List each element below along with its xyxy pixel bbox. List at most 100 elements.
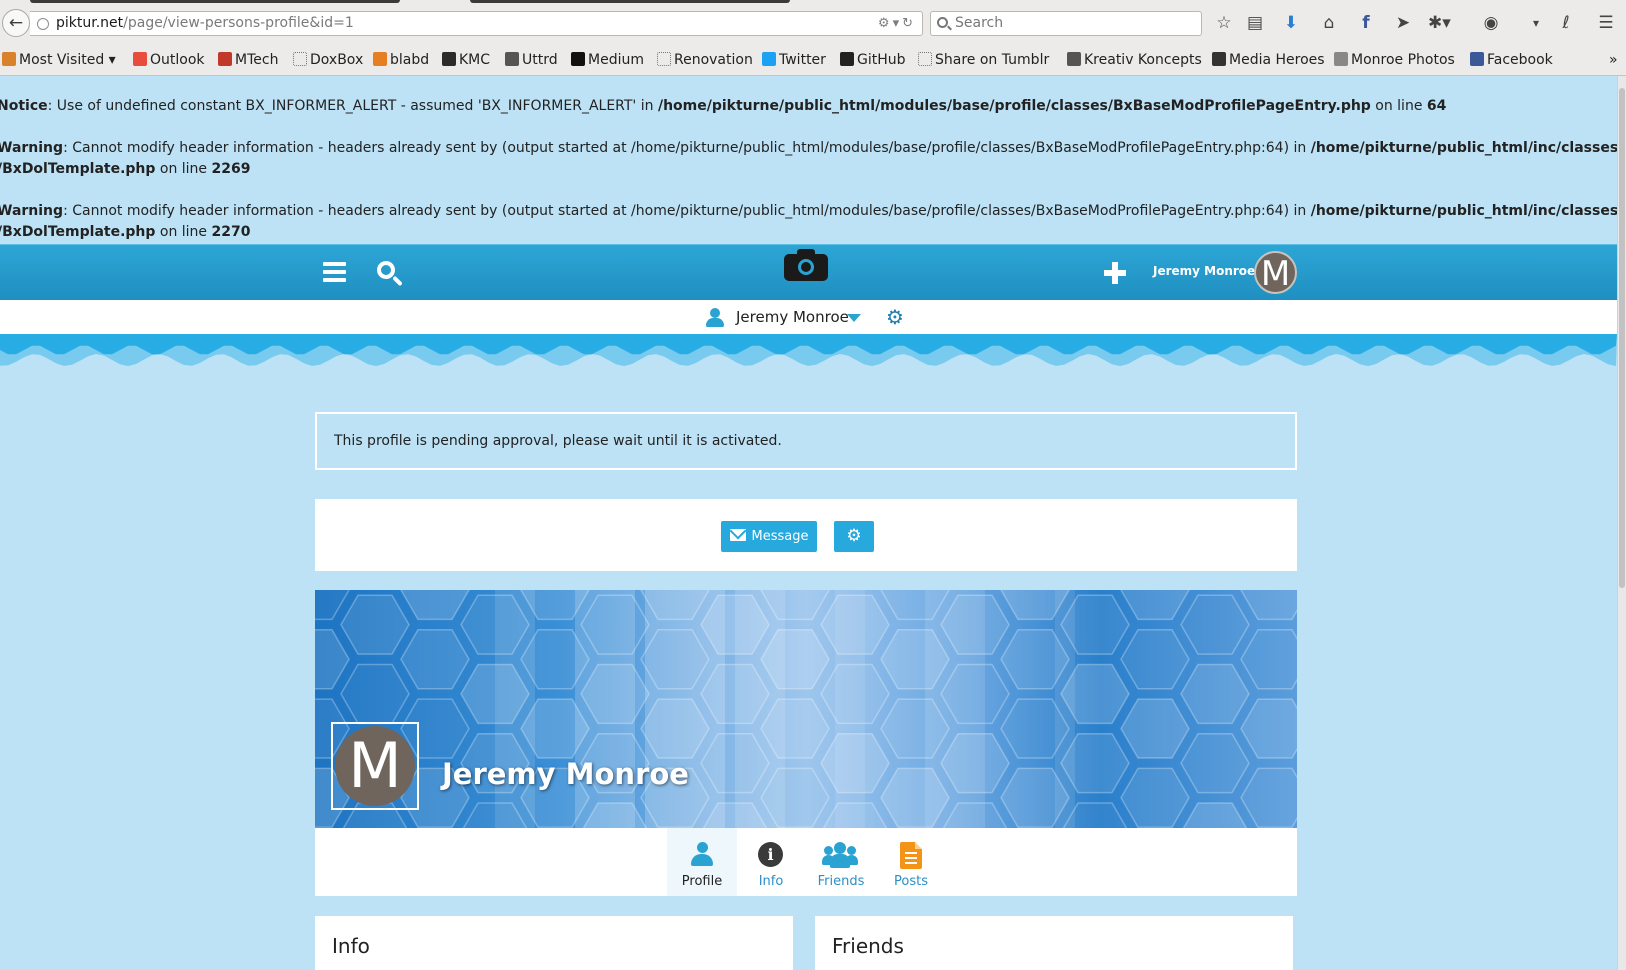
bookmark-medium[interactable]: Medium — [571, 46, 644, 74]
dotted-icon — [918, 52, 932, 66]
bookmark-share-on-tumblr[interactable]: Share on Tumblr — [918, 46, 1049, 74]
reading-list-icon[interactable]: ▤ — [1244, 12, 1266, 34]
profile-avatar[interactable]: M — [331, 722, 419, 810]
php-warning-message: Warning: Cannot modify header informatio… — [0, 138, 1617, 180]
tab-edge[interactable] — [30, 0, 400, 3]
extension-icon[interactable]: ✱▾ — [1428, 12, 1451, 34]
bookmark-label: Renovation — [674, 52, 753, 68]
nav-avatar[interactable]: M — [1254, 251, 1297, 294]
browser-search-input[interactable]: Search — [930, 11, 1202, 36]
search-placeholder: Search — [955, 15, 1004, 31]
nav-user-name[interactable]: Jeremy Monroe — [1153, 264, 1255, 278]
media-heroes-icon — [1212, 52, 1226, 66]
bookmark-label: GitHub — [857, 52, 906, 68]
gear-icon[interactable]: ⚙ — [886, 306, 904, 328]
bookmark-mtech[interactable]: MTech — [218, 46, 278, 74]
error-on-line: on line — [155, 224, 212, 240]
php-notice-message: Notice: Use of undefined constant BX_INF… — [0, 96, 1446, 117]
profile-tabs: Profile i Info Friends Posts — [315, 828, 1297, 896]
bookmark-label: Medium — [588, 52, 644, 68]
caret-down-icon[interactable] — [847, 314, 861, 322]
bookmark-github[interactable]: GitHub — [840, 46, 906, 74]
error-line-number: 2270 — [211, 224, 251, 240]
tab-label: Posts — [894, 874, 928, 889]
dotted-icon — [293, 52, 307, 66]
bookmark-label: Monroe Photos — [1351, 52, 1455, 68]
medium-icon — [571, 52, 585, 66]
bookmark-label: Share on Tumblr — [935, 52, 1050, 68]
bookmarks-overflow-icon[interactable]: » — [1609, 46, 1618, 74]
friends-panel: Friends — [815, 916, 1293, 970]
bookmark-label: KMC — [459, 52, 491, 68]
scrollbar-thumb[interactable] — [1619, 88, 1625, 588]
info-panel-title: Info — [332, 934, 370, 958]
home-icon[interactable]: ⌂ — [1318, 12, 1340, 34]
bookmark-facebook[interactable]: Facebook — [1470, 46, 1553, 74]
twitter-icon — [762, 52, 776, 66]
tab-posts[interactable]: Posts — [876, 828, 946, 896]
bookmark-kmc[interactable]: KMC — [442, 46, 490, 74]
dotted-icon — [657, 52, 671, 66]
subnav-user-name[interactable]: Jeremy Monroe — [736, 308, 849, 326]
add-content-icon[interactable] — [1104, 262, 1126, 284]
camera-logo-icon[interactable] — [784, 249, 828, 281]
globe-icon — [37, 18, 49, 30]
back-arrow-icon: ← — [8, 13, 24, 33]
bookmark-label: Uttrd — [522, 52, 558, 68]
tab-profile[interactable]: Profile — [667, 828, 737, 896]
windows-icon — [133, 52, 147, 66]
send-icon[interactable]: ➤ — [1392, 12, 1414, 34]
bookmark-label: Media Heroes — [1229, 52, 1325, 68]
bookmark-doxbox[interactable]: DoxBox — [293, 46, 363, 74]
error-file-continued: /BxDolTemplate.php — [0, 224, 156, 240]
back-button[interactable]: ← — [2, 9, 30, 37]
tab-friends[interactable]: Friends — [806, 828, 876, 896]
bookmark-monroe-photos[interactable]: Monroe Photos — [1334, 46, 1455, 74]
error-text: : Cannot modify header information - hea… — [63, 140, 1311, 156]
php-warning-message: Warning: Cannot modify header informatio… — [0, 201, 1617, 243]
info-icon: i — [758, 842, 783, 867]
facebook-icon — [1470, 52, 1484, 66]
bookmark-label: Most Visited ▾ — [19, 52, 116, 68]
tab-info[interactable]: i Info — [736, 828, 806, 896]
profile-settings-button[interactable]: ⚙ — [834, 521, 874, 552]
error-on-line: on line — [1370, 98, 1427, 114]
facebook-toolbar-icon[interactable]: f — [1355, 12, 1377, 34]
kreativ-icon — [1067, 52, 1081, 66]
bookmark-label: Kreativ Koncepts — [1084, 52, 1202, 68]
tab-label: Profile — [681, 874, 723, 889]
bookmark-kreativ-koncepts[interactable]: Kreativ Koncepts — [1067, 46, 1202, 74]
download-icon[interactable]: ⬇ — [1280, 12, 1302, 34]
star-icon[interactable]: ☆ — [1213, 12, 1235, 34]
bookmark-outlook[interactable]: Outlook — [133, 46, 205, 74]
site-search-icon[interactable] — [377, 261, 403, 287]
error-level: Notice — [0, 98, 48, 114]
bookmark-media-heroes[interactable]: Media Heroes — [1212, 46, 1325, 74]
bookmark-blabd[interactable]: blabd — [373, 46, 429, 74]
page-scrollbar[interactable] — [1617, 76, 1626, 970]
bookmark-twitter[interactable]: Twitter — [762, 46, 826, 74]
message-button[interactable]: Message — [721, 521, 817, 552]
tree-icon[interactable]: ℓ — [1555, 12, 1577, 34]
bookmark-most-visited[interactable]: Most Visited ▾ — [2, 46, 116, 74]
menu-icon[interactable] — [323, 262, 346, 282]
profile-sub-nav: Jeremy Monroe ⚙ — [0, 300, 1617, 334]
url-actions[interactable]: ⚙▾↻ — [878, 12, 916, 35]
error-on-line: on line — [155, 161, 212, 177]
hamburger-menu-icon[interactable]: ☰ — [1595, 12, 1617, 34]
posts-icon — [900, 842, 922, 869]
pending-approval-notice: This profile is pending approval, please… — [315, 412, 1297, 470]
bookmark-uttrd[interactable]: Uttrd — [505, 46, 558, 74]
github-icon — [840, 52, 854, 66]
bookmark-renovation[interactable]: Renovation — [657, 46, 753, 74]
most-visited-icon — [2, 52, 16, 66]
tab-edge[interactable] — [470, 0, 790, 3]
kmc-icon — [442, 52, 456, 66]
url-bar[interactable]: piktur.net/page/view-persons-profile&id=… — [30, 11, 923, 36]
monroe-icon — [1334, 52, 1348, 66]
chevron-down-icon[interactable]: ▾ — [1525, 12, 1547, 34]
profile-actions-box: Message ⚙ — [315, 499, 1297, 571]
blabd-icon — [373, 52, 387, 66]
chat-icon[interactable]: ◉ — [1480, 12, 1502, 34]
feather-icon — [505, 52, 519, 66]
